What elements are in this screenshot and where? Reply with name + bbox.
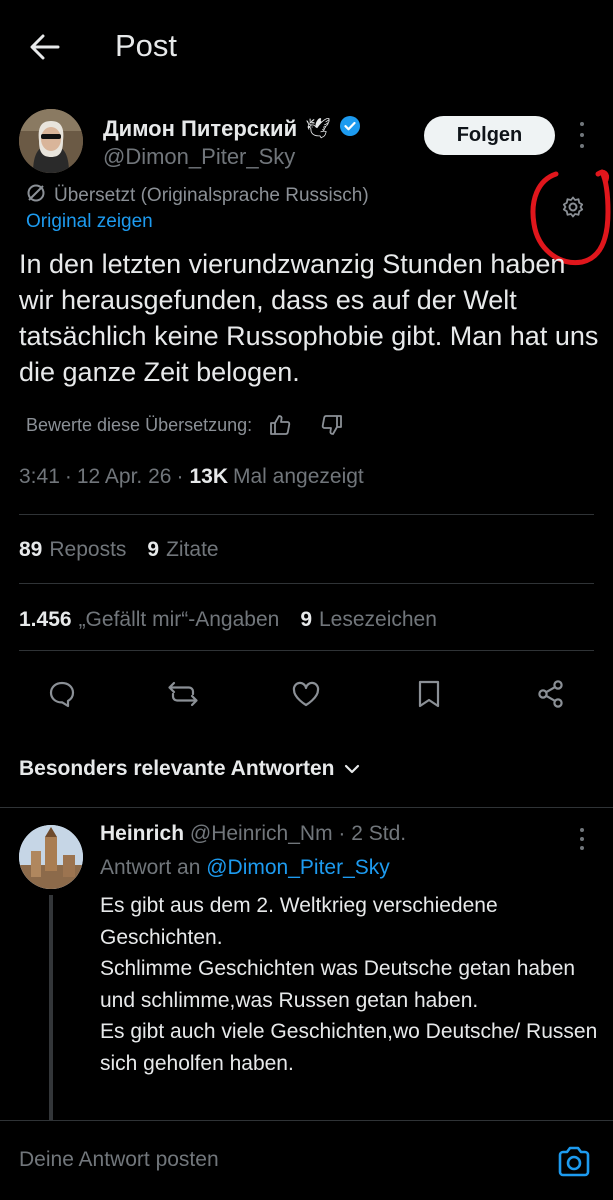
reply-to-prefix: Antwort an — [100, 856, 201, 879]
reply-author-avatar[interactable] — [19, 825, 83, 889]
dove-emoji: 🕊 — [305, 118, 331, 140]
reply-text-line: Es gibt auch viele Geschichten,wo Deutsc… — [100, 1020, 598, 1075]
bookmarks-count[interactable]: 9 — [300, 608, 312, 632]
rate-translation-label: Bewerte diese Übersetzung: — [26, 414, 253, 435]
author-name-row: Димон Питерский 🕊 — [103, 115, 361, 142]
author-avatar[interactable] — [19, 109, 83, 173]
tweet-time: 3:41 — [19, 465, 60, 488]
reply-to-handle-link[interactable]: @Dimon_Piter_Sky — [206, 856, 390, 879]
reposts-label[interactable]: Reposts — [49, 538, 126, 562]
divider — [0, 807, 613, 808]
views-count: 13K — [189, 465, 228, 488]
thumbs-up-icon[interactable] — [268, 413, 292, 437]
reply-to-line: Antwort an @Dimon_Piter_Sky — [100, 856, 390, 880]
replies-sort-dropdown[interactable]: Besonders relevante Antworten — [19, 757, 360, 781]
thread-line — [49, 895, 53, 1125]
page-title: Post — [115, 28, 178, 63]
reply-composer — [0, 1120, 613, 1200]
action-bar — [0, 672, 613, 716]
likes-label[interactable]: „Gefällt mir“-Angaben — [79, 608, 280, 632]
reply-author-handle[interactable]: @Heinrich_Nm — [190, 822, 333, 845]
rate-translation-row: Bewerte diese Übersetzung: — [26, 413, 344, 437]
like-icon[interactable] — [284, 672, 328, 716]
translate-icon — [26, 183, 46, 209]
chevron-down-icon — [344, 757, 360, 781]
views-label: Mal angezeigt — [233, 465, 364, 488]
quotes-label[interactable]: Zitate — [166, 538, 219, 562]
reposts-quotes-row: 89 Reposts 9 Zitate — [19, 538, 219, 562]
quotes-count[interactable]: 9 — [147, 538, 159, 562]
translation-status-text: Übersetzt (Originalsprache Russisch) — [54, 185, 369, 206]
top-bar: Post — [0, 0, 613, 95]
divider — [19, 514, 594, 515]
reply-time: 2 Std. — [351, 822, 407, 845]
translation-status: Übersetzt (Originalsprache Russisch) — [26, 183, 369, 209]
more-options-icon[interactable] — [572, 122, 592, 148]
reply-text-line: Schlimme Geschichten was Deutsche getan … — [100, 957, 576, 1012]
tweet-meta: 3:41 · 12 Apr. 26 · 13K Mal angezeigt — [19, 465, 364, 488]
reply-header: Heinrich @Heinrich_Nm · 2 Std. — [100, 822, 407, 845]
likes-count[interactable]: 1.456 — [19, 608, 72, 632]
reply-more-options-icon[interactable] — [572, 828, 592, 850]
share-icon[interactable] — [529, 672, 573, 716]
reply-icon[interactable] — [40, 672, 84, 716]
bookmarks-label[interactable]: Lesezeichen — [319, 608, 437, 632]
reply-author-name[interactable]: Heinrich — [100, 822, 184, 845]
reply-text: Es gibt aus dem 2. Weltkrieg verschieden… — [100, 890, 600, 1079]
bookmark-icon[interactable] — [407, 672, 451, 716]
divider — [19, 650, 594, 651]
replies-sort-label: Besonders relevante Antworten — [19, 757, 335, 780]
author-name[interactable]: Димон Питерский — [103, 116, 297, 142]
camera-icon[interactable] — [556, 1144, 592, 1180]
reply-input[interactable] — [19, 1148, 519, 1172]
divider — [19, 583, 594, 584]
tweet-text: In den letzten vierundzwanzig Stunden ha… — [19, 249, 599, 387]
author-handle[interactable]: @Dimon_Piter_Sky — [103, 144, 295, 170]
repost-icon[interactable] — [161, 672, 205, 716]
back-arrow-icon[interactable] — [26, 28, 64, 66]
likes-bookmarks-row: 1.456 „Gefällt mir“-Angaben 9 Lesezeiche… — [19, 608, 437, 632]
reply-text-line: Es gibt aus dem 2. Weltkrieg verschieden… — [100, 894, 498, 949]
verified-badge-icon — [339, 115, 361, 142]
follow-button[interactable]: Folgen — [424, 116, 555, 155]
show-original-link[interactable]: Original zeigen — [26, 211, 153, 233]
thumbs-down-icon[interactable] — [320, 413, 344, 437]
tweet-date: 12 Apr. 26 — [76, 465, 172, 488]
reposts-count[interactable]: 89 — [19, 538, 42, 562]
